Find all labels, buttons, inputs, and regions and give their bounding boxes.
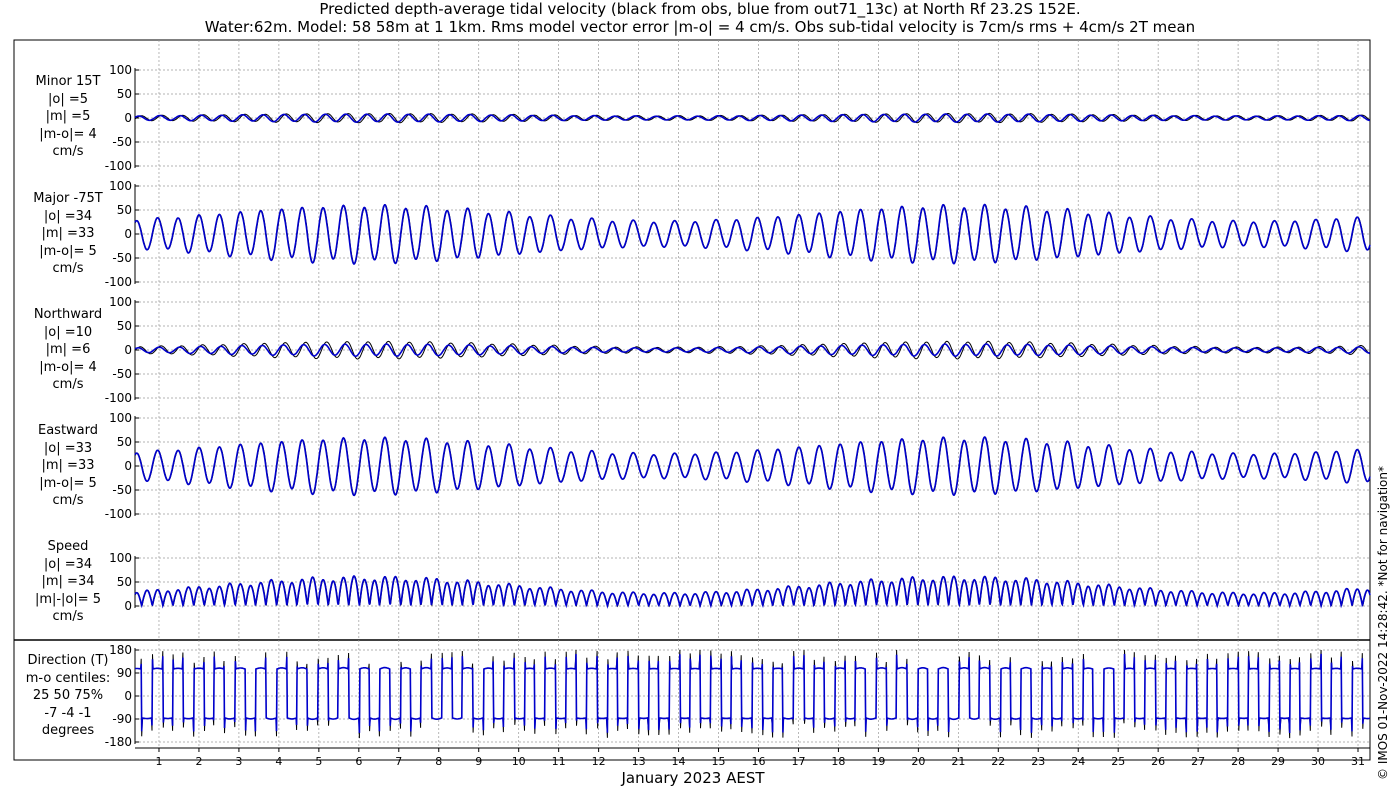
x-tick-label: 7 (395, 755, 402, 768)
x-tick-label: 4 (275, 755, 282, 768)
panel-label-line: Speed (47, 539, 89, 555)
x-tick-label: 28 (1231, 755, 1245, 768)
panel-label-speed: Speed |o| =34 |m| =34 |m|-|o|= 5 cm/s (4, 538, 132, 626)
x-tick-label: 8 (435, 755, 442, 768)
panel-label-line: |m-o|= 5 (39, 475, 97, 491)
series-model-direction (135, 653, 1371, 734)
x-tick-label: 9 (475, 755, 482, 768)
x-tick-label: 21 (951, 755, 965, 768)
y-tick-label: -100 (105, 159, 132, 173)
panel-minor: 100500-50-100 (105, 63, 1371, 173)
panel-major: 100500-50-100 (105, 179, 1371, 289)
panel-label-major: Major -75T |o| =34 |m| =33 |m-o|= 5 cm/s (4, 190, 132, 278)
panel-northward: 100500-50-100 (105, 295, 1371, 405)
x-tick-label: 18 (831, 755, 845, 768)
panel-label-line: -7 -4 -1 (44, 705, 92, 721)
x-axis-label: January 2023 AEST (621, 769, 765, 787)
panel-label-line: |m-o|= 5 (39, 243, 97, 259)
x-tick-label: 26 (1151, 755, 1165, 768)
panel-label-line: |m-o|= 4 (39, 126, 97, 142)
panel-label-minor: Minor 15T |o| =5 |m| =5 |m-o|= 4 cm/s (4, 73, 132, 161)
panel-label-line: cm/s (52, 144, 84, 160)
panel-label-line: |m| =5 (45, 109, 91, 125)
panel-label-line: m-o centiles: (25, 670, 111, 686)
x-tick-label: 22 (991, 755, 1005, 768)
panel-label-line: |o| =34 (43, 208, 93, 224)
panel-label-direction: Direction (T) m-o centiles: 25 50 75% -7 -4… (4, 652, 132, 740)
panel-label-line: |m-o|= 4 (39, 359, 97, 375)
panel-label-line: Minor 15T (35, 74, 101, 90)
x-tick-label: 10 (512, 755, 526, 768)
panel-label-line: Direction (T) (27, 653, 109, 669)
panel-label-line: |o| =34 (43, 556, 93, 572)
x-tick-label: 16 (751, 755, 765, 768)
panel-label-line: |m| =6 (45, 342, 91, 358)
panel-label-line: Northward (33, 307, 103, 323)
x-tick-label: 2 (195, 755, 202, 768)
panel-label-line: Major -75T (33, 191, 103, 207)
x-tick-label: 23 (1031, 755, 1045, 768)
panel-label-line: cm/s (52, 261, 84, 277)
tidal-velocity-chart: 1 2 3 4 5 6 7 8 9 10 11 12 13 14 15 16 17 18 19 20 21 22 23 24 2… (13, 39, 1371, 768)
x-tick-label: 31 (1351, 755, 1365, 768)
panel-label-line: |m| =34 (41, 574, 95, 590)
panel-speed: 100500 (109, 551, 1371, 613)
x-tick-label: 3 (235, 755, 242, 768)
panel-label-line: cm/s (52, 377, 84, 393)
outer-frame (13, 39, 1371, 761)
x-tick-label: 25 (1111, 755, 1125, 768)
panel-label-line: |o| =10 (43, 324, 93, 340)
x-tick-label: 24 (1071, 755, 1085, 768)
x-tick-label: 12 (592, 755, 606, 768)
panel-label-eastward: Eastward |o| =33 |m| =33 |m-o|= 5 cm/s (4, 422, 132, 510)
x-tick-label: 27 (1191, 755, 1205, 768)
panel-label-line: |m| =33 (41, 226, 95, 242)
x-tick-label: 6 (355, 755, 362, 768)
panel-label-line: degrees (41, 723, 95, 739)
series-model-speed (134, 575, 1371, 609)
panel-label-line: cm/s (52, 493, 84, 509)
panel-label-line: |m| =33 (41, 458, 95, 474)
panel-direction: 180900-90-180 (105, 643, 1371, 749)
x-tick-label: 14 (672, 755, 686, 768)
x-tick-label: 15 (712, 755, 726, 768)
x-tick-label: 29 (1271, 755, 1285, 768)
credit-text: © IMOS 01-Nov-2022 14:28:42. *Not for na… (1376, 466, 1390, 780)
x-tick-label: 1 (155, 755, 162, 768)
panel-label-line: Eastward (37, 423, 99, 439)
x-tick-label: 17 (791, 755, 805, 768)
panel-eastward: 100500-50-100 (105, 411, 1371, 521)
x-tick-label: 5 (315, 755, 322, 768)
panel-label-line: 25 50 75% (32, 688, 104, 704)
x-tick-label: 20 (911, 755, 925, 768)
panel-label-line: |o| =33 (43, 440, 93, 456)
x-tick-label: 13 (632, 755, 646, 768)
x-tick-label: 19 (871, 755, 885, 768)
panel-label-line: cm/s (52, 609, 84, 625)
x-tick-label: 30 (1311, 755, 1325, 768)
panel-label-line: |o| =5 (47, 91, 88, 107)
x-tick-label: 11 (552, 755, 566, 768)
panel-label-northward: Northward |o| =10 |m| =6 |m-o|= 4 cm/s (4, 306, 132, 394)
panel-label-line: |m|-|o|= 5 (34, 591, 102, 607)
